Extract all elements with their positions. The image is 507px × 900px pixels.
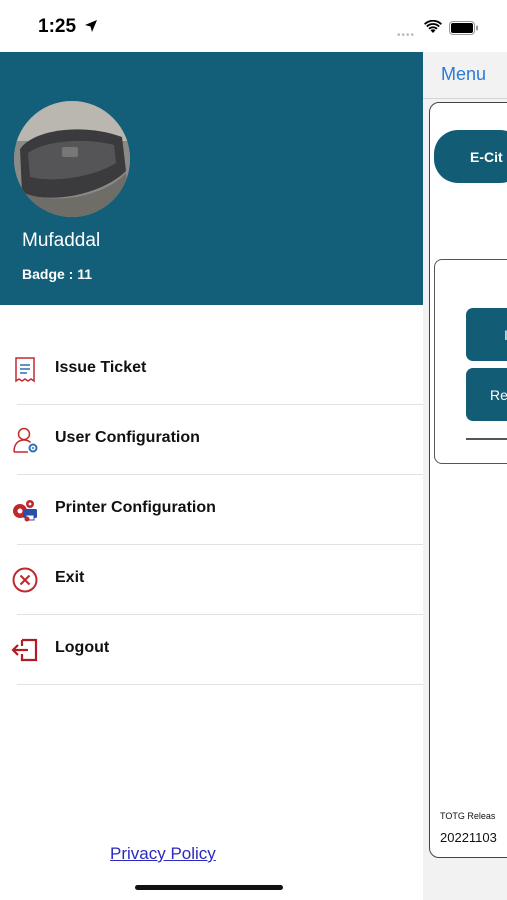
menu-item-issue-ticket[interactable]: Issue Ticket xyxy=(0,335,423,405)
e-citation-button[interactable]: E-Cit xyxy=(434,130,507,183)
menu-item-label: User Configuration xyxy=(55,429,200,446)
drawer-menu: Issue Ticket User Configuration Printer … xyxy=(0,335,423,685)
logout-icon xyxy=(11,638,38,662)
user-name: Mufaddal xyxy=(22,230,101,251)
menu-item-user-configuration[interactable]: User Configuration xyxy=(0,405,423,475)
menu-item-label: Issue Ticket xyxy=(55,359,147,376)
section-button-1[interactable]: I xyxy=(466,308,507,361)
version-text: 20221103 xyxy=(440,830,497,845)
user-gear-icon xyxy=(13,427,38,453)
menu-item-label: Printer Configuration xyxy=(55,499,216,516)
background-card xyxy=(429,102,507,858)
user-badge: Badge : 11 xyxy=(22,266,93,282)
section-button-2[interactable]: Re xyxy=(466,368,507,421)
battery-icon xyxy=(449,21,478,35)
home-indicator[interactable] xyxy=(135,885,283,890)
menu-item-exit[interactable]: Exit xyxy=(0,545,423,615)
avatar[interactable] xyxy=(14,101,130,217)
menu-item-label: Exit xyxy=(55,569,85,586)
privacy-policy-link[interactable]: Privacy Policy xyxy=(110,844,216,864)
status-time: 1:25 xyxy=(38,16,77,37)
section-divider xyxy=(466,438,507,440)
location-arrow-icon xyxy=(85,20,97,32)
menu-item-printer-configuration[interactable]: Printer Configuration xyxy=(0,475,423,545)
nav-divider xyxy=(423,98,507,99)
printer-gear-icon xyxy=(13,500,37,522)
menu-item-logout[interactable]: Logout xyxy=(0,615,423,685)
ticket-icon xyxy=(15,357,35,383)
menu-item-label: Logout xyxy=(55,639,110,656)
release-label: TOTG Releas xyxy=(440,811,496,821)
avatar-photo xyxy=(14,101,130,217)
nav-menu-button[interactable]: Menu xyxy=(441,64,486,85)
side-drawer: Mufaddal Badge : 11 Issue Ticket User Co… xyxy=(0,52,423,900)
cellular-dots-icon: •••• xyxy=(397,30,416,41)
status-bar: 1:25 •••• xyxy=(0,0,507,52)
background-section-box xyxy=(434,259,507,464)
menu-divider xyxy=(17,684,423,685)
wifi-icon xyxy=(424,20,442,33)
drawer-header: Mufaddal Badge : 11 xyxy=(0,52,423,305)
exit-circle-icon xyxy=(12,567,38,593)
